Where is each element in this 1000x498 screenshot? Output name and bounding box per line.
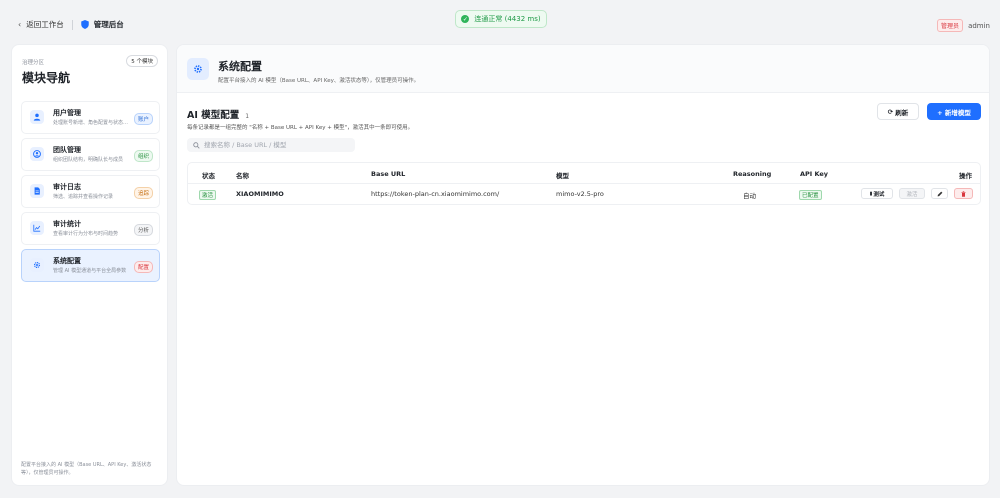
admin-console-title: 管理后台	[93, 20, 124, 29]
test-button[interactable]: ▮ 测试	[861, 188, 893, 199]
sidebar-list: 用户管理 处理账号新增、角色配置与状态维护 账户 团队管理 组织团队结构，明确队…	[21, 101, 160, 286]
pencil-icon	[937, 191, 942, 196]
sidebar-item-label: 用户管理	[53, 109, 81, 117]
chevron-left-icon[interactable]: ‹	[18, 20, 21, 29]
col-name: 名称	[236, 172, 249, 180]
username[interactable]: admin	[968, 22, 990, 30]
sidebar-item-badge: 组织	[133, 150, 153, 162]
sidebar: 治理分区 模块导航 5 个模块 用户管理 处理账号新增、角色配置与状态维护 账户…	[11, 44, 168, 486]
status-badge: 激活	[199, 190, 217, 200]
page-title: 系统配置	[218, 60, 262, 73]
sidebar-footer-note: 配置平台接入的 AI 模型（Base URL、API Key、激活状态等），仅管…	[21, 462, 152, 476]
test-label: 测试	[873, 191, 885, 198]
col-reasoning: Reasoning	[733, 170, 772, 178]
sidebar-item-desc: 组织团队结构，明确队长与成员	[53, 157, 124, 163]
col-actions: 操作	[959, 172, 972, 180]
sidebar-item-desc: 查看审计行为分布与时间趋势	[53, 231, 119, 237]
sidebar-item-audit-logs[interactable]: 审计日志 筛选、追踪并查看操作记录 追踪	[21, 175, 160, 208]
sidebar-item-label: 审计日志	[53, 183, 81, 191]
main-panel: 系统配置 配置平台接入的 AI 模型（Base URL、API Key、激活状态…	[176, 44, 990, 486]
refresh-icon: ⟳	[887, 107, 894, 116]
check-circle-icon: ✓	[461, 15, 470, 23]
section-description: 每条记录都是一组完整的 "名称 + Base URL + API Key + 模…	[187, 125, 414, 131]
col-api-key: API Key	[800, 170, 829, 178]
shield-icon	[80, 20, 89, 29]
model-name: XIAOMIMIMO	[236, 190, 284, 198]
document-icon	[30, 184, 44, 198]
back-to-workspace-link[interactable]: 返回工作台	[26, 19, 64, 30]
chart-icon	[30, 221, 44, 235]
team-icon	[30, 147, 44, 161]
activate-button[interactable]: 激活	[899, 188, 925, 199]
sidebar-title: 模块导航	[22, 71, 71, 85]
section-title-text: AI 模型配置	[187, 110, 240, 121]
sidebar-item-label: 审计统计	[53, 220, 81, 228]
sidebar-item-badge: 配置	[133, 261, 153, 273]
module-count-badge: 5 个模块	[126, 55, 158, 67]
top-bar: ‹ 返回工作台 管理后台 ✓ 连通正常 (4432 ms) 管理员 admin	[0, 0, 1000, 44]
table-row: 激活 XIAOMIMIMO https://token-plan-cn.xiao…	[188, 184, 980, 204]
sidebar-item-audit-stats[interactable]: 审计统计 查看审计行为分布与时间趋势 分析	[21, 212, 160, 245]
sidebar-item-label: 系统配置	[53, 257, 81, 265]
sidebar-item-badge: 分析	[133, 224, 153, 236]
reasoning-value: 自动	[743, 192, 756, 200]
col-status: 状态	[202, 172, 215, 180]
table-header: 状态 名称 Base URL 模型 Reasoning API Key 操作	[188, 163, 980, 184]
page-header: 系统配置 配置平台接入的 AI 模型（Base URL、API Key、激活状态…	[177, 45, 989, 93]
search-input[interactable]	[204, 141, 344, 149]
sidebar-item-desc: 管理 AI 模型通道与平台全局参数	[53, 268, 127, 274]
trash-icon	[961, 190, 966, 197]
search-icon	[193, 141, 200, 149]
sidebar-item-badge: 账户	[133, 113, 153, 125]
back-nav: ‹ 返回工作台 管理后台	[18, 19, 124, 30]
sidebar-item-teams[interactable]: 团队管理 组织团队结构，明确队长与成员 组织	[21, 138, 160, 171]
sidebar-item-label: 团队管理	[53, 146, 81, 154]
sidebar-item-desc: 筛选、追踪并查看操作记录	[53, 194, 114, 200]
model-id: mimo-v2.5-pro	[556, 190, 604, 198]
gear-icon	[30, 258, 44, 272]
model-base-url: https://token-plan-cn.xiaomimimo.com/	[371, 190, 500, 198]
divider	[71, 19, 73, 30]
user-icon	[30, 110, 44, 124]
test-icon: ▮	[869, 190, 873, 197]
sidebar-item-users[interactable]: 用户管理 处理账号新增、角色配置与状态维护 账户	[21, 101, 160, 134]
connection-status-text: 连通正常 (4432 ms)	[474, 15, 541, 23]
api-key-status-badge: 已配置	[799, 190, 822, 200]
sidebar-item-system-config[interactable]: 系统配置 管理 AI 模型通道与平台全局参数 配置	[21, 249, 160, 282]
refresh-label: 刷新	[895, 108, 909, 117]
model-table: 状态 名称 Base URL 模型 Reasoning API Key 操作 激…	[187, 162, 981, 205]
sidebar-item-badge: 追踪	[133, 187, 153, 199]
edit-button[interactable]	[931, 188, 948, 199]
connection-status-badge: ✓ 连通正常 (4432 ms)	[455, 10, 547, 28]
delete-button[interactable]	[954, 188, 973, 199]
page-description: 配置平台接入的 AI 模型（Base URL、API Key、激活状态等），仅管…	[218, 78, 420, 84]
sidebar-item-desc: 处理账号新增、角色配置与状态维护	[53, 120, 131, 126]
role-badge: 管理员	[937, 19, 964, 32]
col-model: 模型	[556, 172, 569, 180]
sidebar-subtitle: 治理分区	[22, 60, 45, 66]
search-box	[187, 138, 355, 152]
user-area: 管理员 admin	[937, 19, 990, 32]
col-base-url: Base URL	[371, 170, 406, 178]
section-title: AI 模型配置 1	[187, 107, 249, 121]
add-model-button[interactable]: + 新增模型	[927, 103, 981, 120]
gear-icon	[187, 58, 209, 80]
section-count: 1	[245, 113, 250, 120]
refresh-button[interactable]: ⟳ 刷新	[877, 103, 919, 120]
